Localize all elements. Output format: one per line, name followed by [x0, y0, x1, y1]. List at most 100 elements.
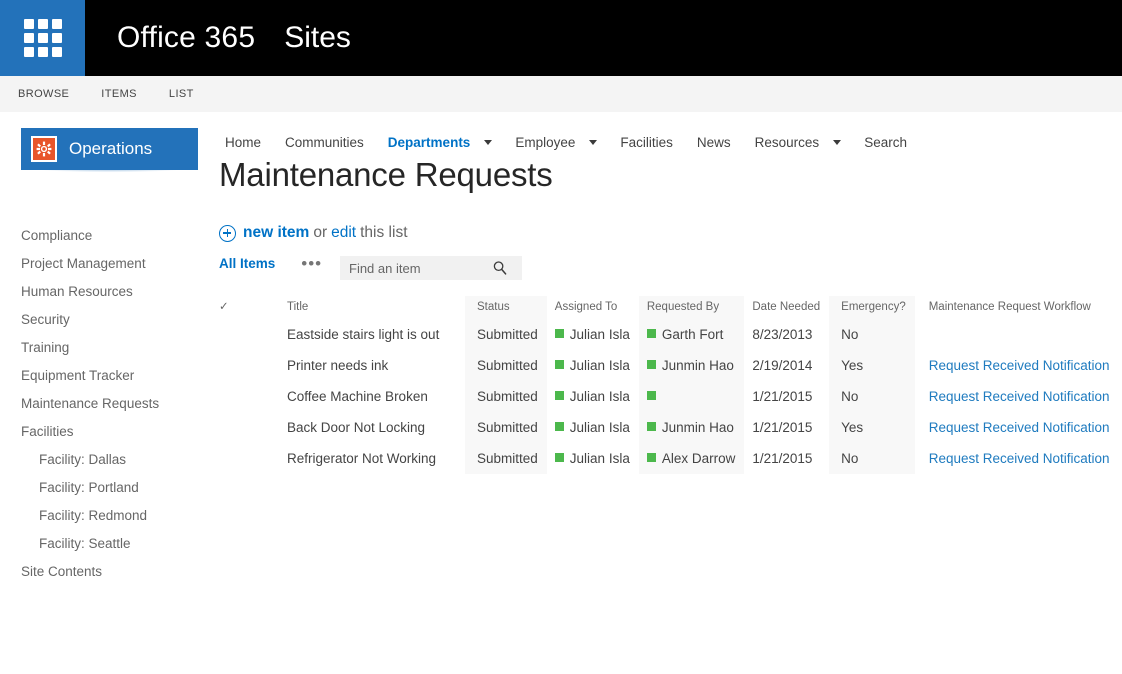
office-365-brand[interactable]: Office 365 — [117, 21, 255, 55]
search-input[interactable] — [340, 257, 490, 279]
new-item-link[interactable]: new item — [243, 224, 309, 242]
view-more-options-icon[interactable]: ••• — [301, 255, 322, 272]
topnav-item-resources[interactable]: Resources — [750, 132, 846, 153]
or-label: or — [313, 224, 328, 241]
chevron-down-icon[interactable] — [589, 139, 598, 145]
edit-list-link[interactable]: edit — [331, 224, 356, 242]
ribbon-tab-list[interactable]: LIST — [169, 88, 194, 100]
row-checkbox[interactable] — [219, 381, 249, 412]
suite-bar: Office 365 Sites — [0, 0, 1122, 76]
table-row[interactable]: Back Door Not Locking Submitted Julian I… — [219, 412, 1119, 443]
maintenance-requests-list: ✓ Title Status Assigned To Requested By … — [219, 296, 1119, 474]
cell-workflow — [915, 319, 1119, 350]
sidebar-item-security[interactable]: Security — [0, 306, 200, 334]
cell-title[interactable]: Coffee Machine Broken — [249, 381, 465, 412]
workflow-link[interactable]: Request Received Notification — [929, 389, 1110, 404]
cell-assigned-to: Julian Isla — [547, 381, 639, 412]
cell-requested-by: Alex Darrow — [638, 443, 745, 474]
cell-assigned-to-name[interactable]: Julian Isla — [570, 420, 630, 435]
ribbon-tab-bar: BROWSE ITEMS LIST — [0, 76, 1122, 112]
cell-requested-by — [638, 381, 745, 412]
table-row[interactable]: Printer needs ink Submitted Julian Isla … — [219, 350, 1119, 381]
topnav-item-departments[interactable]: Departments — [383, 132, 497, 153]
cell-title[interactable]: Printer needs ink — [249, 350, 465, 381]
row-checkbox[interactable] — [219, 412, 249, 443]
cell-assigned-to-name[interactable]: Julian Isla — [570, 451, 630, 466]
topnav-item-facilities[interactable]: Facilities — [615, 132, 678, 153]
column-header-requested-by[interactable]: Requested By — [638, 296, 745, 319]
cell-assigned-to-name[interactable]: Julian Isla — [570, 389, 630, 404]
cell-requested-by-name[interactable]: Garth Fort — [662, 327, 724, 342]
ribbon-tab-browse[interactable]: BROWSE — [18, 88, 69, 100]
cell-assigned-to: Julian Isla — [547, 319, 639, 350]
presence-indicator-icon — [646, 329, 656, 338]
presence-indicator-icon — [646, 391, 656, 400]
view-selector-all-items[interactable]: All Items — [219, 256, 275, 271]
cell-emergency: No — [829, 381, 915, 412]
column-header-status[interactable]: Status — [465, 296, 547, 319]
site-logo-label: Operations — [69, 139, 153, 158]
sidebar-item-equipment-tracker[interactable]: Equipment Tracker — [0, 362, 200, 390]
topnav-item-employee[interactable]: Employee — [510, 132, 601, 153]
topnav-item-communities[interactable]: Communities — [280, 132, 369, 153]
table-row[interactable]: Refrigerator Not Working Submitted Julia… — [219, 443, 1119, 474]
topnav-item-news[interactable]: News — [692, 132, 736, 153]
workflow-link[interactable]: Request Received Notification — [929, 451, 1110, 466]
sidebar-item-facility-seattle[interactable]: Facility: Seattle — [0, 530, 200, 558]
app-launcher-button[interactable] — [0, 0, 85, 76]
column-header-assigned-to[interactable]: Assigned To — [547, 296, 639, 319]
chevron-down-icon[interactable] — [484, 139, 493, 145]
select-all-checkmark-icon[interactable]: ✓ — [219, 296, 249, 319]
cell-title[interactable]: Refrigerator Not Working — [249, 443, 465, 474]
cell-requested-by-name[interactable]: Alex Darrow — [662, 451, 736, 466]
sidebar-item-human-resources[interactable]: Human Resources — [0, 278, 200, 306]
column-header-workflow[interactable]: Maintenance Request Workflow — [915, 296, 1119, 319]
topnav-label: Search — [864, 134, 907, 150]
row-checkbox[interactable] — [219, 319, 249, 350]
sidebar-item-facility-redmond[interactable]: Facility: Redmond — [0, 502, 200, 530]
list-header: ✓ Title Status Assigned To Requested By … — [219, 296, 1119, 319]
cell-requested-by-name[interactable]: Junmin Hao — [662, 420, 734, 435]
cell-workflow: Request Received Notification — [915, 443, 1119, 474]
sidebar-item-facility-dallas[interactable]: Facility: Dallas — [0, 446, 200, 474]
cell-assigned-to-name[interactable]: Julian Isla — [570, 327, 630, 342]
chevron-down-icon[interactable] — [833, 139, 842, 145]
sidebar-item-site-contents[interactable]: Site Contents — [0, 558, 200, 586]
sidebar-item-facilities[interactable]: Facilities — [0, 418, 200, 446]
workflow-link[interactable]: Request Received Notification — [929, 420, 1110, 435]
site-logo-banner[interactable]: Operations — [21, 128, 198, 175]
cell-title[interactable]: Eastside stairs light is out — [249, 319, 465, 350]
table-row[interactable]: Coffee Machine Broken Submitted Julian I… — [219, 381, 1119, 412]
sidebar-item-training[interactable]: Training — [0, 334, 200, 362]
cell-title[interactable]: Back Door Not Locking — [249, 412, 465, 443]
cell-requested-by-name[interactable]: Junmin Hao — [662, 358, 734, 373]
presence-indicator-icon — [554, 453, 564, 462]
list-body: Eastside stairs light is out Submitted J… — [219, 319, 1119, 474]
sidebar-item-maintenance-requests[interactable]: Maintenance Requests — [0, 390, 200, 418]
cell-workflow: Request Received Notification — [915, 412, 1119, 443]
cell-requested-by: Junmin Hao — [638, 412, 745, 443]
suite-sites-link[interactable]: Sites — [284, 21, 351, 55]
cell-assigned-to: Julian Isla — [547, 443, 639, 474]
presence-indicator-icon — [646, 422, 656, 431]
view-toolbar: All Items ••• — [219, 255, 322, 272]
cell-status: Submitted — [465, 443, 547, 474]
ribbon-tab-items[interactable]: ITEMS — [101, 88, 137, 100]
sidebar-item-project-management[interactable]: Project Management — [0, 250, 200, 278]
topnav-item-home[interactable]: Home — [220, 132, 266, 153]
column-header-emergency[interactable]: Emergency? — [829, 296, 915, 319]
row-checkbox[interactable] — [219, 443, 249, 474]
workflow-link[interactable]: Request Received Notification — [929, 358, 1110, 373]
row-checkbox[interactable] — [219, 350, 249, 381]
cell-assigned-to-name[interactable]: Julian Isla — [570, 358, 630, 373]
table-row[interactable]: Eastside stairs light is out Submitted J… — [219, 319, 1119, 350]
topnav-item-search[interactable]: Search — [859, 132, 912, 153]
sidebar-item-compliance[interactable]: Compliance — [0, 222, 200, 250]
list-search-box[interactable] — [340, 256, 522, 280]
column-header-title[interactable]: Title — [249, 296, 465, 319]
circle-plus-icon[interactable] — [219, 224, 236, 242]
magnifier-icon[interactable] — [492, 260, 508, 276]
topnav-label: Communities — [285, 134, 364, 150]
sidebar-item-facility-portland[interactable]: Facility: Portland — [0, 474, 200, 502]
column-header-date-needed[interactable]: Date Needed — [744, 296, 829, 319]
